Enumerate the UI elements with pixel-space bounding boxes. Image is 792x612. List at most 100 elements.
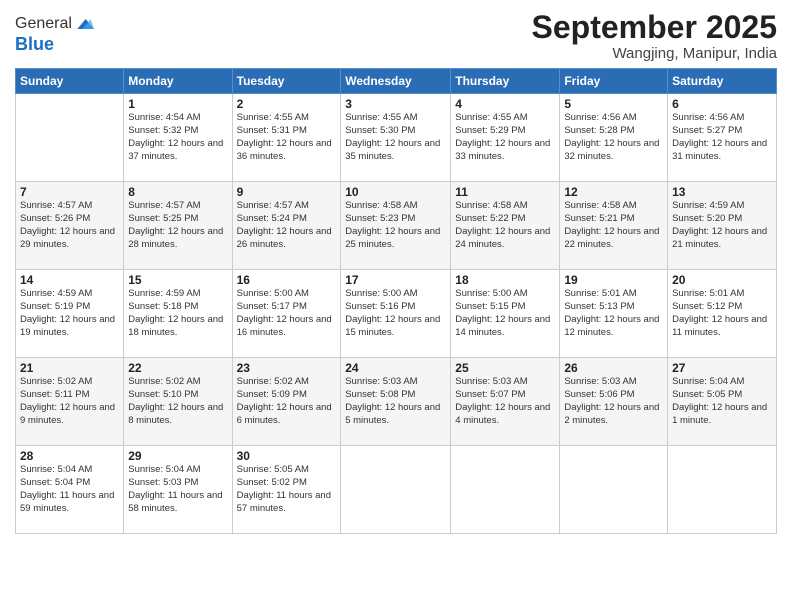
- calendar-cell: 18Sunrise: 5:00 AM Sunset: 5:15 PM Dayli…: [451, 270, 560, 358]
- day-number: 8: [128, 185, 227, 199]
- day-number: 25: [455, 361, 555, 375]
- day-header-saturday: Saturday: [668, 69, 777, 94]
- calendar-cell: 11Sunrise: 4:58 AM Sunset: 5:22 PM Dayli…: [451, 182, 560, 270]
- day-info: Sunrise: 4:55 AM Sunset: 5:30 PM Dayligh…: [345, 112, 446, 163]
- page-container: General Blue September 2025 Wangjing, Ma…: [0, 0, 792, 544]
- calendar-cell: 1Sunrise: 4:54 AM Sunset: 5:32 PM Daylig…: [124, 94, 232, 182]
- day-number: 2: [237, 97, 337, 111]
- calendar-cell: 19Sunrise: 5:01 AM Sunset: 5:13 PM Dayli…: [560, 270, 668, 358]
- calendar-cell: 21Sunrise: 5:02 AM Sunset: 5:11 PM Dayli…: [16, 358, 124, 446]
- day-info: Sunrise: 4:59 AM Sunset: 5:18 PM Dayligh…: [128, 288, 227, 339]
- day-number: 28: [20, 449, 119, 463]
- day-info: Sunrise: 5:00 AM Sunset: 5:15 PM Dayligh…: [455, 288, 555, 339]
- calendar-cell: 26Sunrise: 5:03 AM Sunset: 5:06 PM Dayli…: [560, 358, 668, 446]
- day-number: 7: [20, 185, 119, 199]
- calendar-cell: 13Sunrise: 4:59 AM Sunset: 5:20 PM Dayli…: [668, 182, 777, 270]
- calendar-cell: [560, 446, 668, 534]
- day-header-sunday: Sunday: [16, 69, 124, 94]
- calendar-cell: 27Sunrise: 5:04 AM Sunset: 5:05 PM Dayli…: [668, 358, 777, 446]
- day-info: Sunrise: 5:01 AM Sunset: 5:13 PM Dayligh…: [564, 288, 663, 339]
- day-number: 18: [455, 273, 555, 287]
- day-info: Sunrise: 5:03 AM Sunset: 5:08 PM Dayligh…: [345, 376, 446, 427]
- day-number: 1: [128, 97, 227, 111]
- day-info: Sunrise: 4:56 AM Sunset: 5:28 PM Dayligh…: [564, 112, 663, 163]
- day-info: Sunrise: 4:57 AM Sunset: 5:24 PM Dayligh…: [237, 200, 337, 251]
- calendar-week-5: 28Sunrise: 5:04 AM Sunset: 5:04 PM Dayli…: [16, 446, 777, 534]
- day-number: 19: [564, 273, 663, 287]
- calendar-cell: 17Sunrise: 5:00 AM Sunset: 5:16 PM Dayli…: [341, 270, 451, 358]
- day-number: 4: [455, 97, 555, 111]
- day-number: 23: [237, 361, 337, 375]
- month-title: September 2025: [532, 10, 777, 45]
- calendar-week-2: 7Sunrise: 4:57 AM Sunset: 5:26 PM Daylig…: [16, 182, 777, 270]
- day-info: Sunrise: 4:54 AM Sunset: 5:32 PM Dayligh…: [128, 112, 227, 163]
- logo-icon: [74, 14, 94, 34]
- calendar-header-row: SundayMondayTuesdayWednesdayThursdayFrid…: [16, 69, 777, 94]
- day-number: 6: [672, 97, 772, 111]
- calendar-cell: 16Sunrise: 5:00 AM Sunset: 5:17 PM Dayli…: [232, 270, 341, 358]
- day-header-wednesday: Wednesday: [341, 69, 451, 94]
- calendar-cell: [668, 446, 777, 534]
- day-info: Sunrise: 4:56 AM Sunset: 5:27 PM Dayligh…: [672, 112, 772, 163]
- day-info: Sunrise: 4:58 AM Sunset: 5:22 PM Dayligh…: [455, 200, 555, 251]
- logo-general-text: General: [15, 15, 72, 33]
- day-number: 30: [237, 449, 337, 463]
- day-info: Sunrise: 5:02 AM Sunset: 5:10 PM Dayligh…: [128, 376, 227, 427]
- day-header-thursday: Thursday: [451, 69, 560, 94]
- day-info: Sunrise: 4:58 AM Sunset: 5:21 PM Dayligh…: [564, 200, 663, 251]
- calendar-cell: 2Sunrise: 4:55 AM Sunset: 5:31 PM Daylig…: [232, 94, 341, 182]
- day-number: 14: [20, 273, 119, 287]
- day-number: 26: [564, 361, 663, 375]
- calendar-week-1: 1Sunrise: 4:54 AM Sunset: 5:32 PM Daylig…: [16, 94, 777, 182]
- calendar-cell: 7Sunrise: 4:57 AM Sunset: 5:26 PM Daylig…: [16, 182, 124, 270]
- day-number: 22: [128, 361, 227, 375]
- day-number: 3: [345, 97, 446, 111]
- day-info: Sunrise: 5:05 AM Sunset: 5:02 PM Dayligh…: [237, 464, 337, 515]
- calendar-cell: 23Sunrise: 5:02 AM Sunset: 5:09 PM Dayli…: [232, 358, 341, 446]
- day-info: Sunrise: 5:03 AM Sunset: 5:07 PM Dayligh…: [455, 376, 555, 427]
- day-info: Sunrise: 4:59 AM Sunset: 5:19 PM Dayligh…: [20, 288, 119, 339]
- day-header-tuesday: Tuesday: [232, 69, 341, 94]
- day-number: 17: [345, 273, 446, 287]
- day-info: Sunrise: 5:02 AM Sunset: 5:09 PM Dayligh…: [237, 376, 337, 427]
- calendar-cell: [341, 446, 451, 534]
- day-info: Sunrise: 4:57 AM Sunset: 5:25 PM Dayligh…: [128, 200, 227, 251]
- location: Wangjing, Manipur, India: [532, 45, 777, 62]
- day-header-monday: Monday: [124, 69, 232, 94]
- title-block: September 2025 Wangjing, Manipur, India: [532, 10, 777, 62]
- day-number: 13: [672, 185, 772, 199]
- calendar-week-3: 14Sunrise: 4:59 AM Sunset: 5:19 PM Dayli…: [16, 270, 777, 358]
- calendar-cell: 9Sunrise: 4:57 AM Sunset: 5:24 PM Daylig…: [232, 182, 341, 270]
- calendar-cell: 25Sunrise: 5:03 AM Sunset: 5:07 PM Dayli…: [451, 358, 560, 446]
- calendar-cell: 14Sunrise: 4:59 AM Sunset: 5:19 PM Dayli…: [16, 270, 124, 358]
- day-number: 20: [672, 273, 772, 287]
- day-info: Sunrise: 4:58 AM Sunset: 5:23 PM Dayligh…: [345, 200, 446, 251]
- calendar-cell: 8Sunrise: 4:57 AM Sunset: 5:25 PM Daylig…: [124, 182, 232, 270]
- day-number: 21: [20, 361, 119, 375]
- day-number: 10: [345, 185, 446, 199]
- logo: General Blue: [15, 14, 94, 55]
- day-number: 16: [237, 273, 337, 287]
- day-info: Sunrise: 4:59 AM Sunset: 5:20 PM Dayligh…: [672, 200, 772, 251]
- logo-blue-text: Blue: [15, 34, 94, 55]
- day-info: Sunrise: 5:04 AM Sunset: 5:04 PM Dayligh…: [20, 464, 119, 515]
- day-number: 5: [564, 97, 663, 111]
- calendar-cell: [451, 446, 560, 534]
- calendar-cell: 29Sunrise: 5:04 AM Sunset: 5:03 PM Dayli…: [124, 446, 232, 534]
- day-info: Sunrise: 5:04 AM Sunset: 5:03 PM Dayligh…: [128, 464, 227, 515]
- day-header-friday: Friday: [560, 69, 668, 94]
- day-number: 9: [237, 185, 337, 199]
- day-info: Sunrise: 5:00 AM Sunset: 5:17 PM Dayligh…: [237, 288, 337, 339]
- day-info: Sunrise: 5:04 AM Sunset: 5:05 PM Dayligh…: [672, 376, 772, 427]
- day-number: 11: [455, 185, 555, 199]
- calendar-cell: 24Sunrise: 5:03 AM Sunset: 5:08 PM Dayli…: [341, 358, 451, 446]
- calendar-cell: 12Sunrise: 4:58 AM Sunset: 5:21 PM Dayli…: [560, 182, 668, 270]
- calendar-cell: 10Sunrise: 4:58 AM Sunset: 5:23 PM Dayli…: [341, 182, 451, 270]
- day-info: Sunrise: 5:01 AM Sunset: 5:12 PM Dayligh…: [672, 288, 772, 339]
- day-number: 27: [672, 361, 772, 375]
- calendar-cell: 6Sunrise: 4:56 AM Sunset: 5:27 PM Daylig…: [668, 94, 777, 182]
- day-number: 29: [128, 449, 227, 463]
- day-info: Sunrise: 5:03 AM Sunset: 5:06 PM Dayligh…: [564, 376, 663, 427]
- day-number: 24: [345, 361, 446, 375]
- day-info: Sunrise: 5:00 AM Sunset: 5:16 PM Dayligh…: [345, 288, 446, 339]
